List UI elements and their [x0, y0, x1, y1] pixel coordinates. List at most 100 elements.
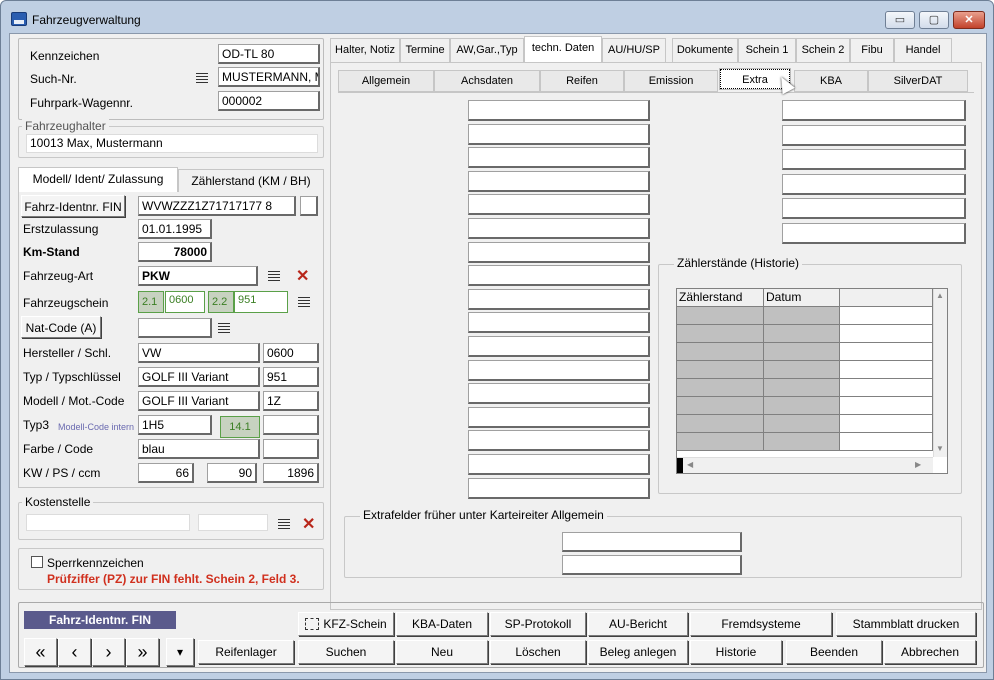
scroll-left-icon[interactable]: ◀	[687, 460, 693, 469]
typ3-field[interactable]: 1H5	[138, 415, 212, 435]
erstzulassung-field[interactable]: 01.01.1995	[138, 219, 212, 239]
nav-next-button[interactable]: ›	[92, 638, 125, 666]
typ3-extra-field[interactable]	[263, 415, 319, 435]
table-cell[interactable]	[677, 325, 764, 343]
list-icon[interactable]	[278, 519, 290, 529]
table-cell[interactable]	[840, 397, 933, 415]
schein-21-field[interactable]: 0600	[165, 291, 205, 313]
extra-field-left[interactable]	[468, 477, 650, 499]
table-cell[interactable]	[677, 397, 764, 415]
extra-field-left[interactable]	[468, 123, 650, 145]
kennzeichen-field[interactable]: OD-TL 80	[218, 44, 320, 64]
farbe-field[interactable]: blau	[138, 439, 260, 459]
col-zaehlerstand-header[interactable]: Zählerstand	[677, 289, 764, 307]
table-cell[interactable]	[840, 325, 933, 343]
extra-field-left[interactable]	[468, 170, 650, 192]
sperr-checkbox[interactable]	[31, 556, 43, 568]
nav-last-button[interactable]: »	[126, 638, 159, 666]
tab-aw-gar-typ[interactable]: AW,Gar.,Typ	[450, 38, 524, 62]
tab-techn-daten[interactable]: techn. Daten	[524, 36, 602, 62]
fuhrpark-field[interactable]: 000002	[218, 91, 320, 111]
hersteller-field[interactable]: VW	[138, 343, 260, 363]
sp-protokoll-button[interactable]: SP-Protokoll	[490, 612, 586, 636]
subtab-silverdat[interactable]: SilverDAT	[868, 70, 968, 92]
subtab-allgemein[interactable]: Allgemein	[338, 70, 434, 92]
motcode-field[interactable]: 1Z	[263, 391, 319, 411]
tab-handel[interactable]: Handel	[894, 38, 952, 62]
table-cell[interactable]	[677, 343, 764, 361]
nav-menu-button[interactable]: ▾	[166, 638, 194, 666]
kosten-field-2[interactable]	[198, 514, 268, 531]
extra-field-left[interactable]	[468, 454, 650, 475]
fin-button[interactable]: Fahrz-Identnr. FIN	[21, 195, 125, 217]
stammblatt-button[interactable]: Stammblatt drucken	[836, 612, 976, 636]
table-cell[interactable]	[764, 343, 840, 361]
extra-field-left[interactable]	[468, 288, 650, 310]
extra-field-left[interactable]	[468, 312, 650, 334]
extra-field-right[interactable]	[782, 198, 966, 220]
scroll-right-icon[interactable]: ▶	[915, 460, 921, 469]
extra-field-left[interactable]	[468, 383, 650, 405]
historie-button[interactable]: Historie	[690, 640, 782, 664]
tab-schein-2[interactable]: Schein 2	[796, 38, 850, 62]
abbrechen-button[interactable]: Abbrechen	[884, 640, 976, 664]
extrafeld-2[interactable]	[562, 555, 742, 575]
tab-zaehlerstand[interactable]: Zählerstand (KM / BH)	[178, 169, 324, 193]
table-cell[interactable]	[677, 433, 764, 451]
natcode-button[interactable]: Nat-Code (A)	[21, 316, 101, 338]
extra-field-left[interactable]	[468, 241, 650, 263]
close-button[interactable]: ✕	[953, 11, 985, 29]
table-cell[interactable]	[764, 325, 840, 343]
table-cell[interactable]	[840, 415, 933, 433]
subtab-achsdaten[interactable]: Achsdaten	[434, 70, 540, 92]
table-cell[interactable]	[840, 433, 933, 451]
extra-field-left[interactable]	[468, 265, 650, 287]
table-cell[interactable]	[764, 307, 840, 325]
extra-field-left[interactable]	[468, 194, 650, 216]
list-icon[interactable]	[218, 323, 230, 333]
table-cell[interactable]	[840, 379, 933, 397]
historie-table[interactable]: Zählerstand Datum ▲ ▼ ◀ ▶	[676, 288, 948, 474]
beleg-anlegen-button[interactable]: Beleg anlegen	[588, 640, 688, 664]
kba-daten-button[interactable]: KBA-Daten	[396, 612, 488, 636]
table-cell[interactable]	[677, 415, 764, 433]
natcode-field[interactable]	[138, 318, 212, 338]
modell-field[interactable]: GOLF III Variant	[138, 391, 260, 411]
extra-field-right[interactable]	[782, 124, 966, 146]
table-cell[interactable]	[840, 361, 933, 379]
extra-field-left[interactable]	[468, 218, 650, 239]
table-cell[interactable]	[764, 361, 840, 379]
table-cell[interactable]	[677, 379, 764, 397]
list-icon[interactable]	[196, 73, 208, 83]
subtab-kba[interactable]: KBA	[794, 70, 868, 92]
clear-x-icon[interactable]: ✕	[302, 517, 315, 533]
hersteller-schl-field[interactable]: 0600	[263, 343, 319, 363]
extra-field-left[interactable]	[468, 100, 650, 121]
schein-22-field[interactable]: 951	[234, 291, 288, 313]
tab-termine[interactable]: Termine	[400, 38, 450, 62]
art-field[interactable]: PKW	[138, 266, 258, 286]
table-cell[interactable]	[764, 379, 840, 397]
tab-fibu[interactable]: Fibu	[850, 38, 894, 62]
typ-field[interactable]: GOLF III Variant	[138, 367, 260, 387]
neu-button[interactable]: Neu	[396, 640, 488, 664]
suchen-button[interactable]: Suchen	[298, 640, 394, 664]
col-datum-header[interactable]: Datum	[764, 289, 840, 307]
table-cell[interactable]	[764, 397, 840, 415]
extra-field-right[interactable]	[782, 173, 966, 195]
table-cell[interactable]	[677, 361, 764, 379]
suchnr-field[interactable]: MUSTERMANN, M	[218, 67, 320, 87]
ccm-field[interactable]: 1896	[263, 463, 319, 483]
table-cell[interactable]	[677, 307, 764, 325]
table-cell[interactable]	[840, 307, 933, 325]
reifenlager-button[interactable]: Reifenlager	[198, 640, 294, 664]
extra-field-left[interactable]	[468, 359, 650, 381]
farbe-code-field[interactable]	[263, 439, 319, 459]
table-cell[interactable]	[764, 433, 840, 451]
nav-prev-button[interactable]: ‹	[58, 638, 91, 666]
maximize-button[interactable]: ▢	[919, 11, 949, 29]
kfz-schein-button[interactable]: KFZ-Schein	[298, 612, 394, 636]
typ-schl-field[interactable]: 951	[263, 367, 319, 387]
extrafeld-1[interactable]	[562, 532, 742, 552]
minimize-button[interactable]: ▭	[885, 11, 915, 29]
